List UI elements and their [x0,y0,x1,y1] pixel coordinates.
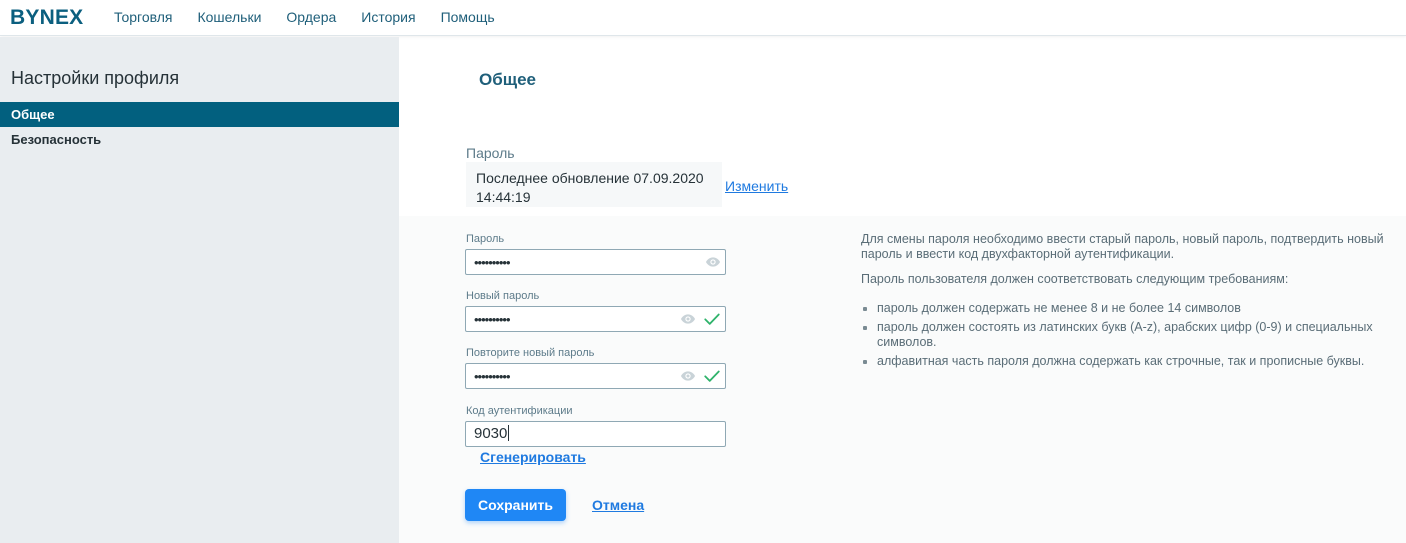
auth-code-value: 9030 [474,425,510,442]
nav-item-wallets[interactable]: Кошельки [197,9,261,25]
eye-icon[interactable] [679,311,697,327]
new-password-value: •••••••••• [474,312,511,327]
save-button[interactable]: Сохранить [465,489,566,521]
change-password-link[interactable]: Изменить [725,178,788,194]
sidebar-title: Настройки профиля [11,68,180,88]
main-nav: Торговля Кошельки Ордера История Помощь [114,9,520,25]
last-update-time: 14:44:19 [476,189,531,205]
list-item: пароль должен состоять из латинских букв… [861,320,1391,350]
list-item: алфавитная часть пароля должна содержать… [861,354,1391,369]
password-field[interactable]: •••••••••• [465,249,726,275]
password-field-label: Пароль [466,233,505,245]
logo[interactable]: BYNEX [10,6,83,30]
last-update-date: Последнее обновление 07.09.2020 [476,170,704,186]
check-icon [704,313,720,325]
repeat-password-value: •••••••••• [474,369,511,384]
check-icon [704,370,720,382]
sidebar: Настройки профиля Общее Безопасность [0,37,399,543]
info-paragraph: Для смены пароля необходимо ввести стары… [861,232,1384,261]
nav-item-orders[interactable]: Ордера [286,9,336,25]
eye-icon[interactable] [679,368,697,384]
password-last-update: Последнее обновление 07.09.2020 14:44:19 [466,162,722,207]
nav-item-history[interactable]: История [361,9,415,25]
nav-item-trading[interactable]: Торговля [114,9,172,25]
page-title: Общее [479,70,536,89]
auth-code-field[interactable]: 9030 [465,421,726,447]
repeat-password-field[interactable]: •••••••••• [465,363,726,389]
info-paragraph: Пароль пользователя должен соответствова… [861,272,1289,286]
auth-code-field-label: Код аутентификации [466,405,573,417]
sidebar-item-security[interactable]: Безопасность [0,127,399,152]
password-section-label: Пароль [466,145,515,161]
top-navbar: BYNEX Торговля Кошельки Ордера История П… [0,0,1406,36]
requirements-list: пароль должен содержать не менее 8 и не … [861,301,1391,369]
repeat-password-field-label: Повторите новый пароль [466,347,595,359]
text-cursor [508,425,510,441]
cancel-link[interactable]: Отмена [592,497,644,513]
generate-code-link[interactable]: Сгенерировать [480,449,586,465]
new-password-field-label: Новый пароль [466,290,540,302]
nav-item-help[interactable]: Помощь [441,9,495,25]
new-password-field[interactable]: •••••••••• [465,306,726,332]
password-requirements-info: Для смены пароля необходимо ввести стары… [861,232,1391,373]
eye-icon[interactable] [704,254,722,270]
sidebar-item-general[interactable]: Общее [0,102,399,127]
password-value: •••••••••• [474,255,511,270]
list-item: пароль должен содержать не менее 8 и не … [861,301,1391,316]
